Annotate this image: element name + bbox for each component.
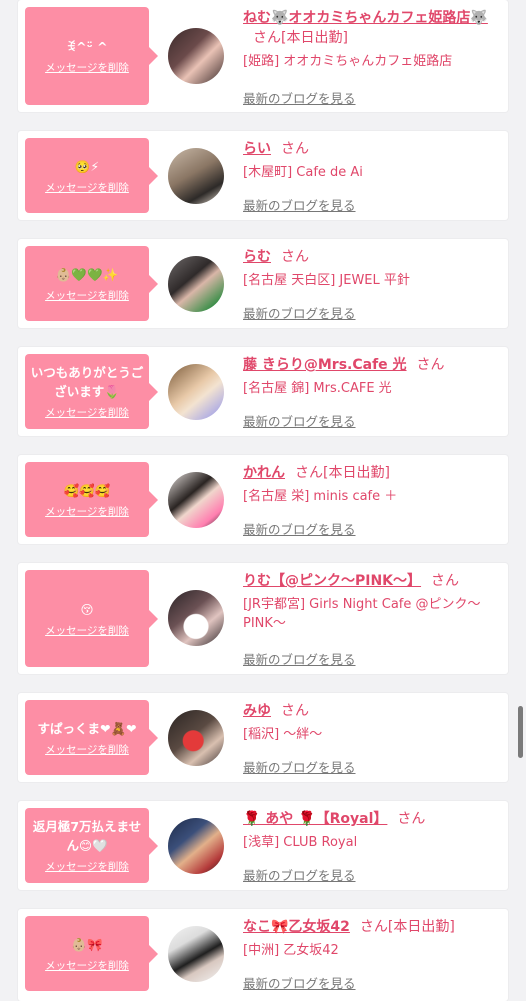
status-badge: [本日出勤] [387,919,455,935]
delete-message-link[interactable]: メッセージを削除 [45,859,129,874]
shop-name: [浅草] CLUB Royal [243,835,358,850]
message-text: 返月極7万払えません😊🤍 [32,819,142,853]
message-text: 🥺⚡ [74,158,100,174]
san-label: さん [281,141,309,157]
message-card: 🥰🥰🥰 メッセージを削除 かれん さん[本日出勤] [名古屋 栄] minis c… [18,455,508,544]
message-text: 👶🏼💚💚✨ [55,266,119,282]
avatar[interactable] [168,148,224,204]
message-text: ꉂ^ᵕ̈ ^ [66,39,108,54]
blog-link[interactable]: 最新のブログを見る [243,411,356,430]
message-card: いつもありがとうございます🌷 メッセージを削除 藤 きらり@Mrs.Cafe 光… [18,347,508,436]
message-bubble: 👶🏼🎀 メッセージを削除 [25,916,158,991]
message-bubble: 返月極7万払えません😊🤍 メッセージを削除 [25,808,158,883]
blog-link[interactable]: 最新のブログを見る [243,649,356,668]
scrollbar-thumb[interactable] [518,706,523,758]
delete-message-link[interactable]: メッセージを削除 [45,288,129,303]
message-card: 返月極7万払えません😊🤍 メッセージを削除 🌹 あや 🌹【Royal】 さん [浅… [18,801,508,890]
shop-name: [姫路] オオカミちゃんカフェ姫路店 [243,54,453,69]
delete-message-link[interactable]: メッセージを削除 [45,742,129,757]
message-bubble: 🥺⚡ メッセージを削除 [25,138,158,213]
san-label: さん [295,465,323,481]
shop-name: [木屋町] Cafe de Ai [243,165,363,180]
shop-name: [JR宇都宮] Girls Night Cafe @ピンク〜PINK〜 [243,597,481,631]
girl-name-link[interactable]: かれん [243,465,285,481]
avatar[interactable] [168,818,224,874]
shop-name: [中洲] 乙女坂42 [243,943,339,958]
shop-name: [名古屋 錦] Mrs.CAFE 光 [243,381,392,396]
message-text: いつもありがとうございます🌷 [30,365,144,399]
message-bubble: 🥰🥰🥰 メッセージを削除 [25,462,158,537]
message-bubble: 😚 メッセージを削除 [25,570,158,667]
message-card: 😚 メッセージを削除 りむ【@ピンク〜PINK〜】 さん [JR宇都宮] Girl… [18,563,508,674]
girl-name-link[interactable]: 藤 きらり@Mrs.Cafe 光 [243,357,407,373]
avatar[interactable] [168,256,224,312]
shop-name: [名古屋 栄] minis cafe ＋ [243,489,398,504]
delete-message-link[interactable]: メッセージを削除 [45,504,129,519]
message-card: 🥺⚡ メッセージを削除 らい さん [木屋町] Cafe de Ai 最新のブログ… [18,131,508,220]
san-label: さん [281,249,309,265]
message-bubble: すぱっくま❤🧸❤ メッセージを削除 [25,700,158,775]
girl-name-link[interactable]: ねむ🐺オオカミちゃんカフェ姫路店🐺 [243,10,488,26]
message-card: 👶🏼💚💚✨ メッセージを削除 らむ さん [名古屋 天白区] JEWEL 平針 最… [18,239,508,328]
san-label: さん [281,703,309,719]
avatar[interactable] [168,28,224,84]
girl-name-link[interactable]: 🌹 あや 🌹【Royal】 [243,811,387,827]
blog-link[interactable]: 最新のブログを見る [243,195,356,214]
avatar[interactable] [168,710,224,766]
message-bubble: いつもありがとうございます🌷 メッセージを削除 [25,354,158,429]
san-label: さん [397,811,426,827]
status-badge: [本日出勤] [323,465,390,481]
san-label: さん [416,357,445,373]
delete-message-link[interactable]: メッセージを削除 [45,958,129,973]
girl-name-link[interactable]: りむ【@ピンク〜PINK〜】 [243,573,421,589]
status-badge: [本日出勤] [281,30,348,46]
blog-link[interactable]: 最新のブログを見る [243,88,356,107]
delete-message-link[interactable]: メッセージを削除 [45,180,129,195]
avatar[interactable] [168,364,224,420]
message-text: 👶🏼🎀 [71,936,103,952]
avatar[interactable] [168,590,224,646]
delete-message-link[interactable]: メッセージを削除 [45,60,129,75]
message-card: ꉂ^ᵕ̈ ^ メッセージを削除 ねむ🐺オオカミちゃんカフェ姫路店🐺 さん[本日出勤… [18,0,508,112]
delete-message-link[interactable]: メッセージを削除 [45,623,129,638]
blog-link[interactable]: 最新のブログを見る [243,865,356,884]
blog-link[interactable]: 最新のブログを見る [243,519,356,538]
message-text: 🥰🥰🥰 [63,482,111,498]
avatar[interactable] [168,926,224,982]
message-bubble: 👶🏼💚💚✨ メッセージを削除 [25,246,158,321]
shop-name: [名古屋 天白区] JEWEL 平針 [243,273,410,288]
message-bubble: ꉂ^ᵕ̈ ^ メッセージを削除 [25,7,158,105]
shop-name: [稲沢] 〜絆〜 [243,727,323,742]
blog-link[interactable]: 最新のブログを見る [243,303,356,322]
message-text: 😚 [80,601,94,617]
delete-message-link[interactable]: メッセージを削除 [45,405,129,420]
san-label: さん [359,919,388,935]
avatar[interactable] [168,472,224,528]
blog-link[interactable]: 最新のブログを見る [243,757,356,776]
girl-name-link[interactable]: なこ🎀乙女坂42 [243,919,350,935]
message-card: すぱっくま❤🧸❤ メッセージを削除 みゆ さん [稲沢] 〜絆〜 最新のブログを見… [18,693,508,782]
message-text: すぱっくま❤🧸❤ [37,720,137,736]
san-label: さん [431,573,460,589]
girl-name-link[interactable]: みゆ [243,703,271,719]
girl-name-link[interactable]: らい [243,141,271,157]
message-card: 👶🏼🎀 メッセージを削除 なこ🎀乙女坂42 さん[本日出勤] [中洲] 乙女坂42… [18,909,508,1001]
girl-name-link[interactable]: らむ [243,249,271,265]
san-label: さん [253,30,281,46]
blog-link[interactable]: 最新のブログを見る [243,973,356,992]
